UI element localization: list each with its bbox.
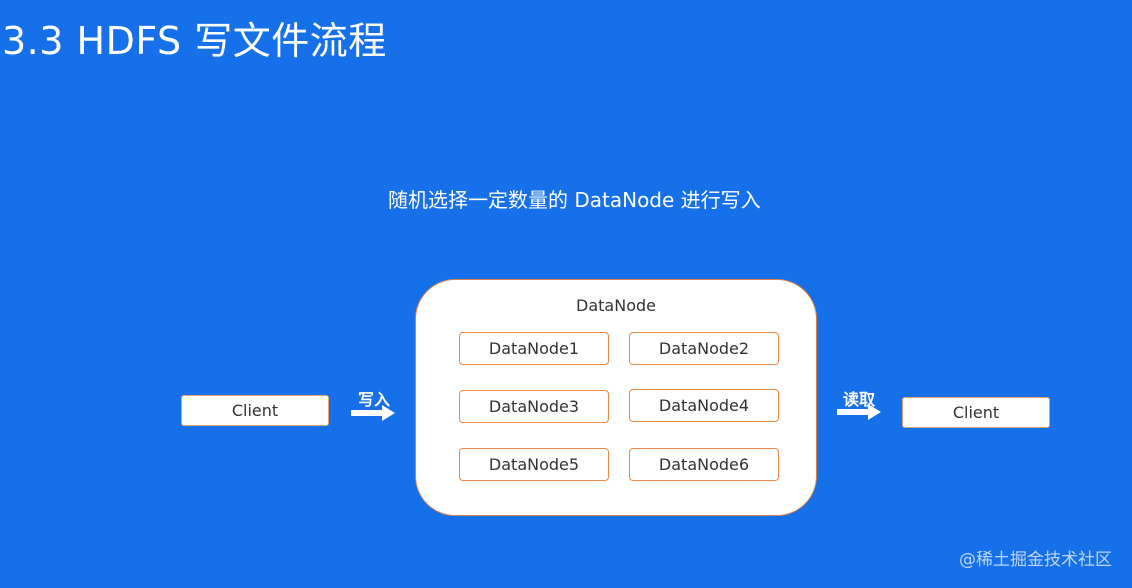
datanode-label: DataNode2 [658, 339, 750, 358]
slide-subtitle: 随机选择一定数量的 DataNode 进行写入 [388, 188, 761, 212]
client-right-label: Client [952, 403, 1000, 422]
slide: 3.3 HDFS 写文件流程 随机选择一定数量的 DataNode 进行写入 C… [0, 0, 1132, 588]
datanode-box: DataNode5 [459, 448, 609, 481]
cluster-label: DataNode [576, 296, 656, 315]
datanode-box: DataNode4 [629, 389, 779, 422]
datanode-label: DataNode3 [488, 397, 580, 416]
client-left-box: Client [181, 395, 329, 426]
client-right-box: Client [902, 397, 1050, 428]
write-arrow-icon [351, 405, 395, 421]
datanode-label: DataNode6 [658, 455, 750, 474]
datanode-box: DataNode1 [459, 332, 609, 365]
datanode-label: DataNode4 [658, 396, 750, 415]
datanode-box: DataNode3 [459, 390, 609, 423]
datanode-box: DataNode2 [629, 332, 779, 365]
watermark: @稀土掘金技术社区 [959, 550, 1112, 570]
slide-title: 3.3 HDFS 写文件流程 [2, 19, 387, 63]
datanode-box: DataNode6 [629, 448, 779, 481]
client-left-label: Client [231, 401, 279, 420]
datanode-label: DataNode5 [488, 455, 580, 474]
datanode-label: DataNode1 [488, 339, 580, 358]
read-arrow-icon [837, 404, 881, 420]
datanode-cluster: DataNode DataNode1 DataNode2 DataNode3 D… [415, 279, 817, 516]
